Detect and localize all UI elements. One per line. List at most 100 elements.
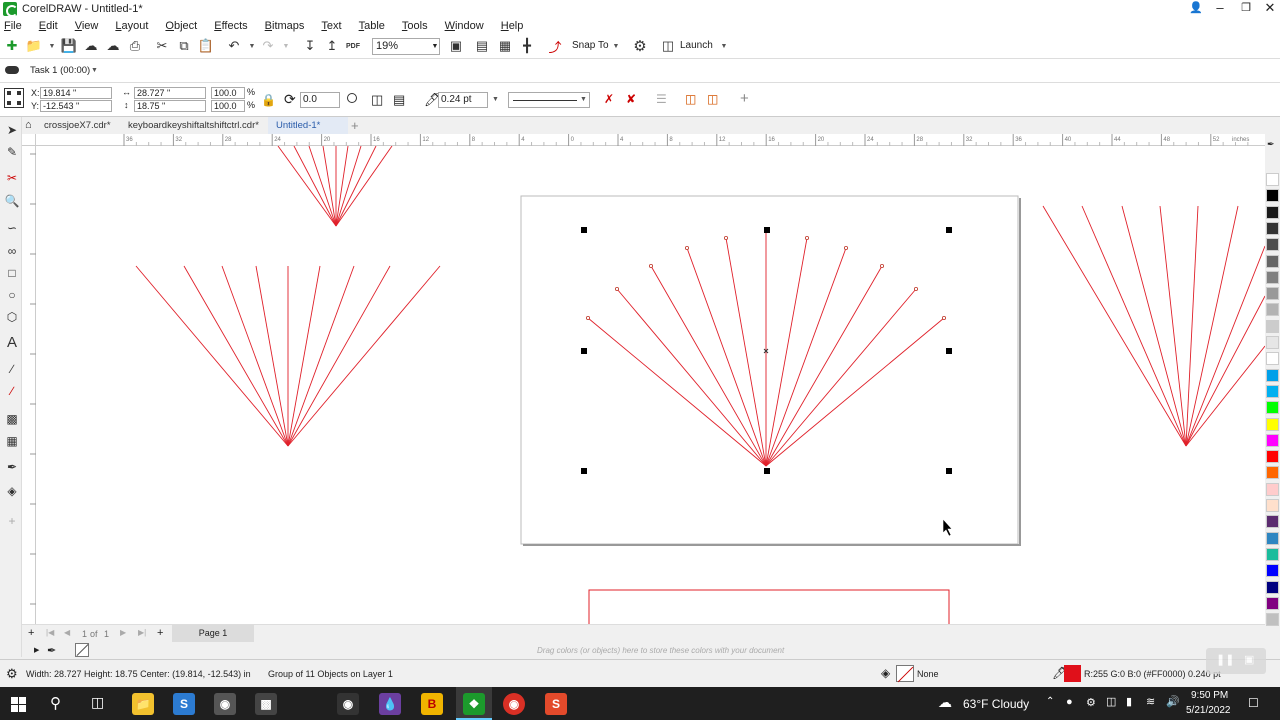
previous-page-icon[interactable]: ◀	[64, 628, 70, 637]
palette-swatch[interactable]	[1266, 547, 1279, 561]
tray-volume-icon[interactable]: 🔊	[1166, 695, 1180, 708]
y-position-input[interactable]: -12.543 "	[40, 100, 112, 112]
rotate-icon[interactable]: ⟳	[284, 91, 296, 108]
menu-effects[interactable]: Effects	[214, 20, 247, 32]
app-camera-icon[interactable]: ◉	[337, 693, 359, 715]
guidelines-icon[interactable]: ╋	[519, 38, 535, 54]
app-globe-icon[interactable]: ◉	[214, 693, 236, 715]
doc-tab-crossjoe[interactable]: crossjoeX7.cdr*	[36, 117, 119, 134]
add-icon[interactable]: +	[740, 90, 749, 107]
task-label[interactable]: Task 1 (00:00)	[30, 65, 90, 76]
app-b-icon[interactable]: B	[421, 693, 443, 715]
page-1-tab[interactable]: Page 1	[172, 625, 254, 642]
rotation-input[interactable]: 0.0	[300, 92, 340, 108]
mirror-horizontal-icon[interactable]: ◫	[371, 92, 383, 108]
publish-pdf-icon[interactable]: PDF	[345, 38, 361, 54]
menu-view[interactable]: View	[75, 20, 99, 32]
last-page-icon[interactable]: ▶|	[138, 628, 146, 637]
palette-swatch[interactable]	[1266, 173, 1279, 186]
menu-edit[interactable]: Edit	[39, 20, 58, 32]
redo-dropdown-icon[interactable]: ▼	[283, 43, 290, 50]
restore-button[interactable]: ❐	[1234, 0, 1258, 18]
launch-icon[interactable]: ◫	[660, 38, 676, 54]
palette-swatch[interactable]	[1266, 564, 1279, 578]
fill-icon[interactable]: ◈	[881, 666, 890, 680]
shape-tool-icon[interactable]: ✎	[4, 144, 20, 160]
ruler-origin[interactable]	[22, 134, 36, 146]
windows-start-icon[interactable]	[11, 697, 26, 712]
to-back-icon[interactable]: ◫	[707, 92, 718, 106]
palette-swatch[interactable]	[1266, 221, 1279, 235]
export-icon[interactable]: ↥	[324, 38, 340, 54]
search-icon[interactable]: ⚲	[50, 694, 61, 712]
minimize-button[interactable]: –	[1208, 0, 1232, 18]
menu-text[interactable]: Text	[321, 20, 341, 32]
parallel-dimension-tool-icon[interactable]: ∕	[4, 361, 20, 377]
palette-swatch[interactable]	[1266, 613, 1279, 627]
freehand-tool-icon[interactable]: ∽	[4, 220, 20, 236]
palette-swatch[interactable]	[1266, 368, 1279, 382]
scale-y-input[interactable]: 100.0	[211, 100, 245, 112]
open-folder-icon[interactable]: 📁	[26, 38, 42, 54]
app-drop-icon[interactable]: 💧	[379, 693, 401, 715]
menu-layout[interactable]: Layout	[115, 20, 148, 32]
outline-color-swatch[interactable]	[1064, 665, 1081, 682]
outline-width-input[interactable]: 0.24 pt	[438, 92, 488, 108]
notification-icon[interactable]: ☐	[1248, 696, 1259, 710]
undo-dropdown-icon[interactable]: ▼	[249, 43, 256, 50]
tray-network-icon[interactable]: ◫	[1106, 695, 1116, 708]
menu-bitmaps[interactable]: Bitmaps	[265, 20, 305, 32]
clock-date[interactable]: 5/21/2022	[1186, 705, 1231, 716]
palette-swatch[interactable]	[1266, 384, 1279, 398]
palette-swatch[interactable]	[1266, 433, 1279, 447]
drawing-canvas[interactable]	[36, 146, 1265, 624]
weather-icon[interactable]: ☁	[938, 694, 952, 711]
palette-eyedropper-icon-bottom[interactable]: ✒	[47, 644, 56, 657]
interactive-fill-tool-icon[interactable]: ◈	[4, 483, 20, 499]
cloud-upload-icon[interactable]: ☁	[105, 38, 121, 54]
menu-tools[interactable]: Tools	[402, 20, 428, 32]
add-tool-icon[interactable]: +	[4, 513, 20, 529]
close-button[interactable]: ✕	[1258, 0, 1280, 18]
palette-swatch[interactable]	[1266, 580, 1279, 594]
palette-swatch[interactable]	[1266, 401, 1279, 415]
palette-swatch[interactable]	[1266, 319, 1279, 333]
palette-swatch[interactable]	[1266, 352, 1279, 366]
home-icon[interactable]: ⌂	[25, 119, 32, 131]
file-explorer-icon[interactable]: 📁	[132, 693, 154, 715]
launch-dropdown-icon[interactable]: ▼	[721, 43, 728, 50]
width-input[interactable]: 28.727 "	[134, 87, 206, 99]
add-page-after-icon[interactable]: +	[157, 627, 163, 639]
combine-icon[interactable]: ✘	[626, 92, 636, 106]
palette-swatch[interactable]	[1266, 596, 1279, 610]
tray-battery-icon[interactable]: ▮	[1126, 695, 1132, 708]
import-icon[interactable]: ↧	[302, 38, 318, 54]
coreldraw-taskbar-button[interactable]: ❖	[456, 687, 492, 720]
break-apart-icon[interactable]: ✗	[604, 92, 614, 106]
transparency-tool-icon[interactable]: ▦	[4, 433, 20, 449]
launch-label[interactable]: Launch	[680, 40, 713, 51]
print-icon[interactable]: ⎙	[127, 38, 143, 54]
tray-gear-icon[interactable]: ⚙	[1086, 696, 1096, 709]
reference-point-icon[interactable]	[4, 88, 24, 108]
lock-ratio-icon[interactable]: 🔒	[261, 93, 276, 107]
x-position-input[interactable]: 19.814 "	[40, 87, 112, 99]
options-gear-icon[interactable]: ⚙	[632, 38, 648, 55]
palette-eyedropper-icon[interactable]: ✒	[1267, 139, 1275, 150]
eyedropper-tool-icon[interactable]: ✒	[4, 459, 20, 475]
full-screen-icon[interactable]: ▣	[448, 38, 464, 54]
menu-file[interactable]: File	[4, 20, 22, 32]
menu-object[interactable]: Object	[165, 20, 197, 32]
zoom-dropdown-icon[interactable]: ▼	[430, 39, 440, 54]
doc-tab-keyboard[interactable]: keyboardkeyshiftaltshiftctrl.cdr*	[120, 117, 267, 134]
rulers-icon[interactable]: ▤	[474, 38, 490, 54]
palette-swatch[interactable]	[1266, 336, 1279, 349]
cut-icon[interactable]: ✂	[154, 38, 170, 54]
mirror-vertical-icon[interactable]: ▤	[393, 92, 405, 108]
status-settings-gear-icon[interactable]: ⚙	[6, 666, 18, 682]
line-fan-right[interactable]	[1042, 205, 1265, 447]
screen-recorder-overlay[interactable]: ❚❚ ▣	[1206, 648, 1266, 674]
redo-icon[interactable]: ↷	[260, 38, 276, 54]
copy-icon[interactable]: ⧉	[176, 38, 192, 54]
palette-arrow-icon[interactable]: ▶	[34, 646, 39, 654]
